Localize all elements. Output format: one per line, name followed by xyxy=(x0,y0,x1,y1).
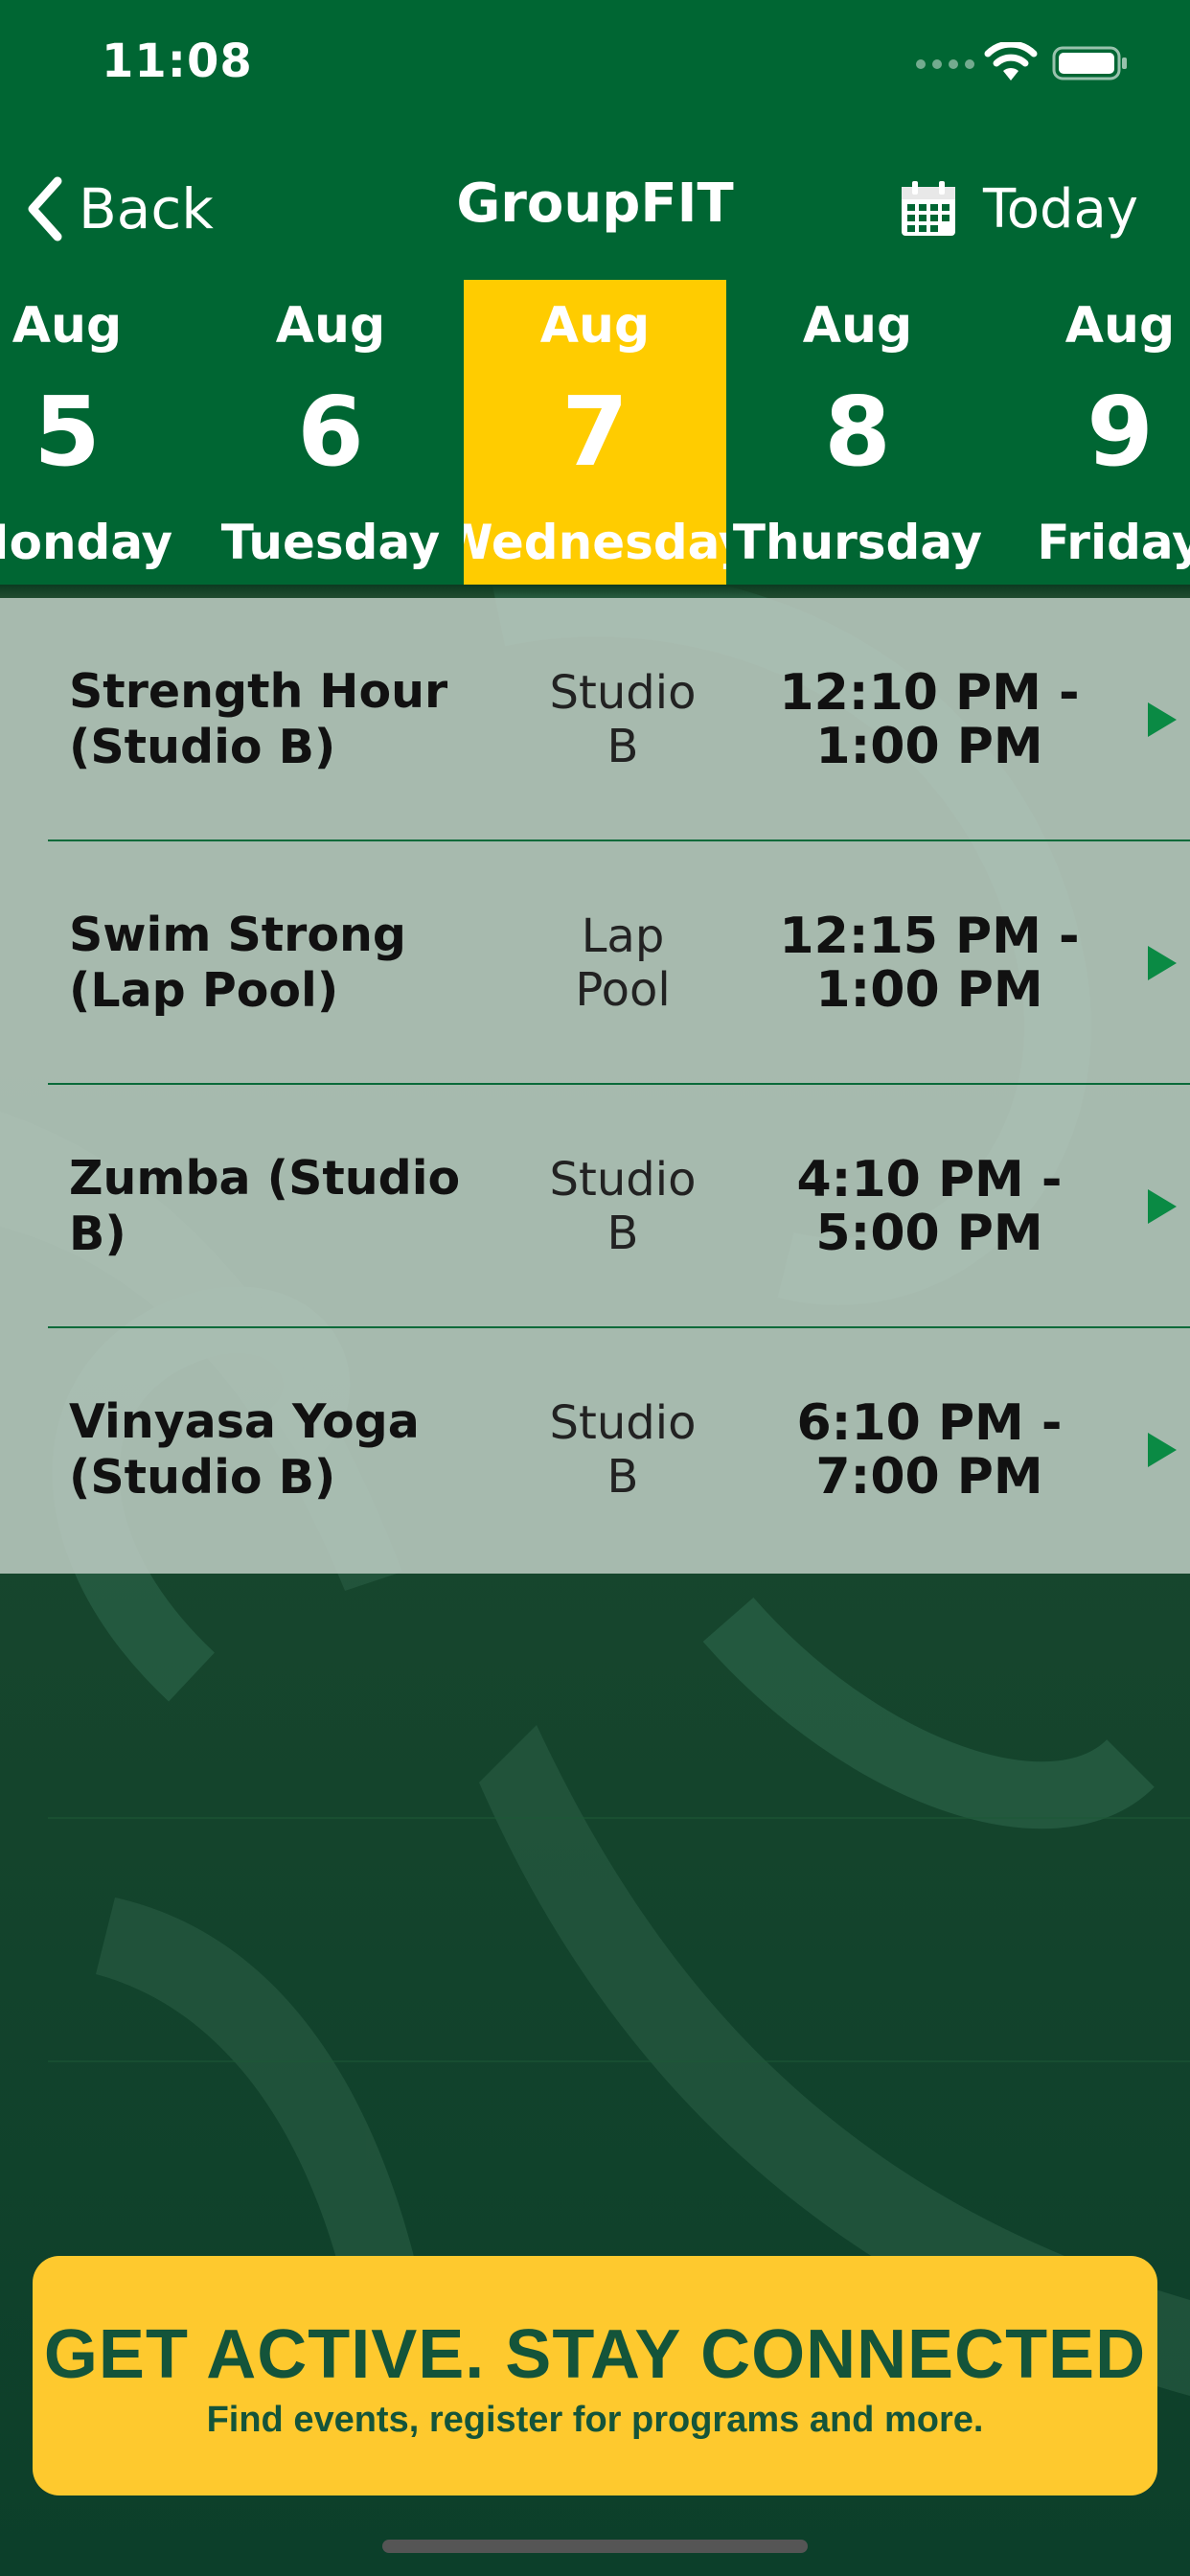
banner-subtitle: Find events, register for programs and m… xyxy=(206,2400,984,2440)
date-cell-aug-9[interactable]: Aug 9 Friday xyxy=(989,280,1190,585)
class-room: Studio B xyxy=(517,1085,728,1328)
class-room-line-2: B xyxy=(606,720,639,773)
class-time: 12:10 PM -1:00 PM xyxy=(767,598,1092,841)
today-button[interactable]: Today xyxy=(899,171,1138,247)
class-name: Swim Strong (Lap Pool) xyxy=(69,908,406,1018)
calendar-icon xyxy=(902,181,956,236)
class-room: Studio B xyxy=(517,1328,728,1572)
class-room-line-1: Lap xyxy=(581,909,665,963)
class-name: Vinyasa Yoga (Studio B) xyxy=(69,1394,420,1505)
date-day: 9 xyxy=(1087,376,1154,488)
date-month: Aug xyxy=(11,297,123,355)
class-row-vinyasa-yoga[interactable]: Vinyasa Yoga (Studio B) Studio B 6:10 PM … xyxy=(0,1328,1190,1572)
class-time: 4:10 PM -5:00 PM xyxy=(767,1085,1092,1328)
date-picker-strip: Aug 5 Monday Aug 6 Tuesday Aug 7 Wednesd… xyxy=(0,280,1190,585)
class-time-start: 6:10 PM - xyxy=(796,1394,1063,1452)
play-arrow-icon xyxy=(1148,1433,1177,1467)
date-day: 8 xyxy=(824,376,891,488)
get-active-banner[interactable]: GET ACTIVE. STAY CONNECTED Find events, … xyxy=(33,2256,1157,2496)
class-time-end: 1:00 PM xyxy=(815,718,1043,775)
date-day: 5 xyxy=(34,376,101,488)
class-time-end: 1:00 PM xyxy=(815,961,1043,1019)
class-room-line-1: Studio xyxy=(549,1396,697,1450)
date-cell-aug-6[interactable]: Aug 6 Tuesday xyxy=(199,280,462,585)
class-time: 6:10 PM -7:00 PM xyxy=(767,1328,1092,1572)
class-room-line-1: Studio xyxy=(549,666,697,720)
class-room-line-1: Studio xyxy=(549,1153,697,1207)
date-month: Aug xyxy=(275,297,386,355)
class-time-start: 4:10 PM - xyxy=(796,1151,1063,1208)
class-room-line-2: B xyxy=(606,1450,639,1504)
class-list: Strength Hour (Studio B) Studio B 12:10 P… xyxy=(0,598,1190,1574)
class-room: Lap Pool xyxy=(517,841,728,1085)
class-room-line-2: B xyxy=(606,1207,639,1260)
wifi-icon xyxy=(984,42,1038,80)
class-time-end: 7:00 PM xyxy=(815,1448,1043,1506)
date-month: Aug xyxy=(539,297,651,355)
date-day: 6 xyxy=(297,376,364,488)
class-time-start: 12:15 PM - xyxy=(779,908,1080,965)
play-arrow-icon xyxy=(1148,1189,1177,1224)
date-weekday: Friday xyxy=(1037,515,1190,570)
class-name: Strength Hour (Studio B) xyxy=(69,664,448,774)
date-month: Aug xyxy=(802,297,913,355)
class-room: Studio B xyxy=(517,598,728,841)
banner-title: GET ACTIVE. STAY CONNECTED xyxy=(43,2316,1147,2393)
row-divider xyxy=(48,1817,1190,1819)
class-time-end: 5:00 PM xyxy=(815,1205,1043,1262)
class-row-strength-hour[interactable]: Strength Hour (Studio B) Studio B 12:10 P… xyxy=(0,598,1190,841)
date-weekday: Tuesday xyxy=(220,515,441,570)
row-divider xyxy=(48,2060,1190,2062)
class-row-swim-strong[interactable]: Swim Strong (Lap Pool) Lap Pool 12:15 PM … xyxy=(0,841,1190,1085)
date-month: Aug xyxy=(1064,297,1176,355)
home-indicator xyxy=(382,2540,808,2553)
app-header: 11:08 Back GroupFIT Today xyxy=(0,0,1190,280)
signal-dots-icon xyxy=(916,59,974,69)
class-time: 12:15 PM -1:00 PM xyxy=(767,841,1092,1085)
class-time-start: 12:10 PM - xyxy=(779,664,1080,722)
play-arrow-icon xyxy=(1148,946,1177,980)
battery-icon xyxy=(1052,46,1127,80)
class-row-zumba[interactable]: Zumba (Studio B) Studio B 4:10 PM -5:00 P… xyxy=(0,1085,1190,1328)
today-label: Today xyxy=(983,177,1138,241)
date-day: 7 xyxy=(561,376,629,488)
app-screen: 11:08 Back GroupFIT Today Aug 5 onday Au… xyxy=(0,0,1190,2576)
play-arrow-icon xyxy=(1148,702,1177,737)
class-room-line-2: Pool xyxy=(575,963,671,1017)
class-name: Zumba (Studio B) xyxy=(69,1151,461,1261)
strip-shadow xyxy=(0,585,1190,598)
status-time: 11:08 xyxy=(102,34,253,88)
